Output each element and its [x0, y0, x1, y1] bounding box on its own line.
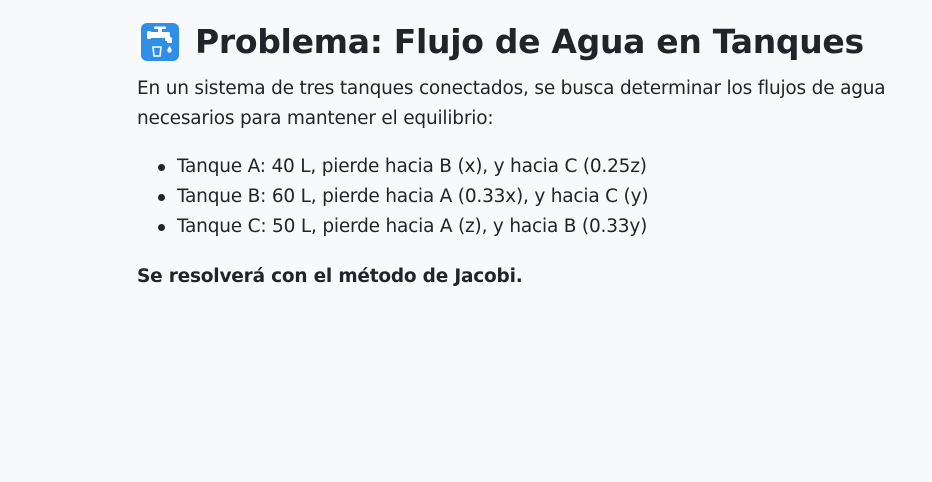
water-tap-icon	[141, 23, 179, 61]
page: Problema: Flujo de Agua en Tanques En un…	[0, 0, 932, 482]
intro-paragraph: En un sistema de tres tanques conectados…	[137, 78, 886, 129]
list-item-tank-b: Tanque B: 60 L, pierde hacia A (0.33x), …	[158, 182, 932, 212]
page-title: Problema: Flujo de Agua en Tanques	[195, 22, 864, 61]
list-item-tank-c: Tanque C: 50 L, pierde hacia A (z), y ha…	[158, 212, 932, 242]
title-row: Problema: Flujo de Agua en Tanques	[141, 18, 932, 66]
conclusion-text: Se resolverá con el método de Jacobi.	[137, 266, 523, 287]
tank-list: Tanque A: 40 L, pierde hacia B (x), y ha…	[137, 152, 932, 242]
list-item-tank-a: Tanque A: 40 L, pierde hacia B (x), y ha…	[158, 152, 932, 182]
